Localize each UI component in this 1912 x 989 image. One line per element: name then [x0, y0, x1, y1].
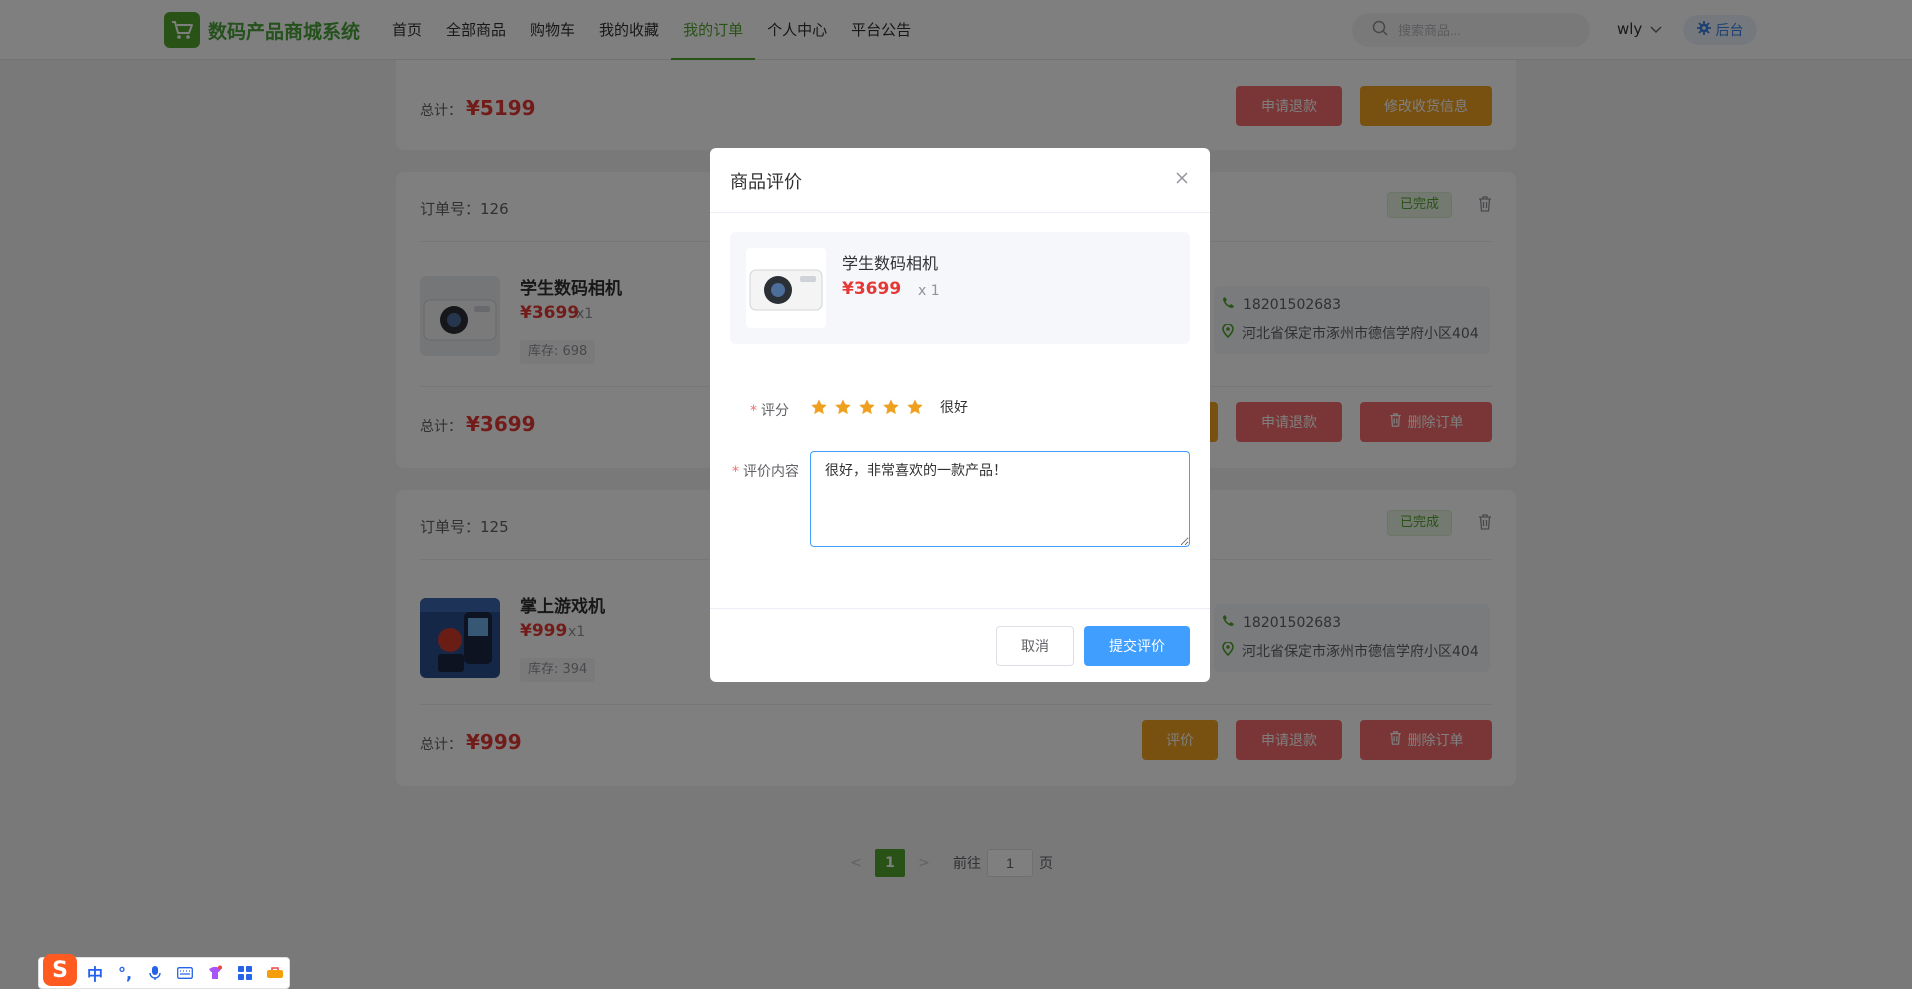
dialog-title: 商品评价	[730, 172, 802, 193]
product-quantity: x 1	[918, 283, 940, 299]
star-icon[interactable]	[834, 398, 852, 416]
microphone-icon[interactable]	[143, 961, 167, 985]
star-icon[interactable]	[810, 398, 828, 416]
punctuation-icon[interactable]: °,	[113, 961, 137, 985]
star-icon[interactable]	[882, 398, 900, 416]
content-label: * 评价内容	[732, 464, 799, 480]
ime-mode-toggle[interactable]: 中	[83, 961, 107, 985]
dialog-header-divider	[710, 212, 1210, 213]
submit-review-button[interactable]: 提交评价	[1084, 626, 1190, 666]
skin-icon[interactable]	[203, 961, 227, 985]
rating-stars[interactable]	[810, 398, 924, 416]
ime-logo-icon[interactable]: S	[43, 954, 77, 986]
keyboard-icon[interactable]	[173, 961, 197, 985]
rating-label: * 评分	[750, 403, 789, 419]
toolbox-icon[interactable]	[263, 961, 287, 985]
star-icon[interactable]	[858, 398, 876, 416]
ime-toolbar: S 中 °,	[38, 954, 290, 989]
product-name: 学生数码相机	[842, 254, 939, 273]
apps-grid-icon[interactable]	[233, 961, 257, 985]
product-image	[746, 248, 826, 328]
star-icon[interactable]	[906, 398, 924, 416]
product-price: ¥3699	[842, 279, 902, 299]
close-icon[interactable]	[1174, 170, 1190, 186]
rating-text: 很好	[940, 400, 968, 416]
review-dialog: 商品评价 学生数码相机 ¥3699 x 1 *评分 很好 *评价内容 取消 提交…	[710, 148, 1210, 682]
review-product-summary: 学生数码相机 ¥3699 x 1	[730, 232, 1190, 344]
dialog-footer-divider	[710, 608, 1210, 609]
review-content-textarea[interactable]	[810, 451, 1190, 547]
cancel-button[interactable]: 取消	[996, 626, 1074, 666]
